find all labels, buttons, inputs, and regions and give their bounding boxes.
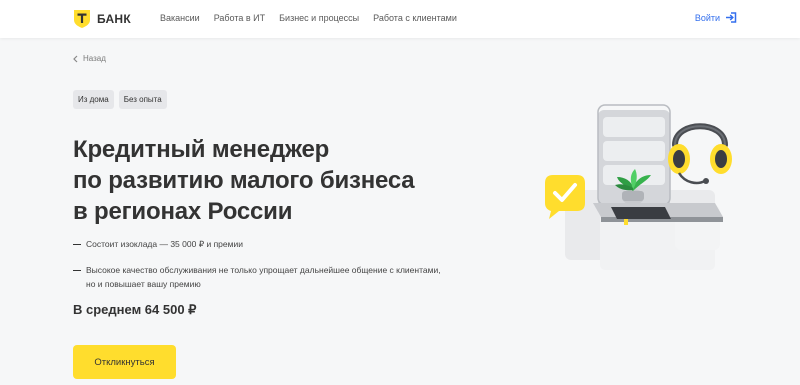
t-shield-icon <box>74 10 90 28</box>
vacancy-tags: Из дома Без опыта <box>73 90 167 109</box>
benefit-text-line-1: Высокое качество обслуживания не только … <box>86 264 441 275</box>
tag-no-experience: Без опыта <box>118 90 167 109</box>
back-label: Назад <box>83 54 106 63</box>
average-salary: В среднем 64 500 ₽ <box>73 302 197 317</box>
main-nav: Вакансии Работа в ИТ Бизнес и процессы Р… <box>160 13 457 23</box>
top-header: БАНК Вакансии Работа в ИТ Бизнес и проце… <box>0 0 800 38</box>
benefit-text-line-2: но и повышает вашу премию <box>86 279 201 289</box>
nav-item-client-work[interactable]: Работа с клиентами <box>373 13 457 23</box>
list-item: Состоит изоклада — 35 000 ₽ и премии <box>73 237 483 252</box>
benefit-text: Состоит изоклада — 35 000 ₽ и премии <box>86 239 243 249</box>
brand-name: БАНК <box>97 12 132 26</box>
back-link[interactable]: Назад <box>73 54 106 63</box>
list-item: Высокое качество обслуживания не только … <box>73 263 483 292</box>
login-label: Войти <box>694 12 720 23</box>
chevron-left-icon <box>73 55 78 62</box>
nav-item-it-jobs[interactable]: Работа в ИТ <box>214 13 265 23</box>
brand-logo[interactable]: БАНК <box>73 9 131 29</box>
title-line-3: в регионах России <box>73 198 293 225</box>
apply-button[interactable]: Откликнуться <box>73 345 176 379</box>
nav-item-vacancies[interactable]: Вакансии <box>160 13 200 23</box>
login-button[interactable]: Войти <box>695 12 737 23</box>
sign-in-icon <box>726 12 737 23</box>
dash-marker <box>73 269 81 271</box>
tag-remote: Из дома <box>73 90 114 109</box>
laptop-headset-illustration <box>545 104 732 270</box>
page-title: Кредитный менеджер по развитию малого би… <box>73 134 473 227</box>
benefits-list: Состоит изоклада — 35 000 ₽ и премии Выс… <box>73 237 483 303</box>
dash-marker <box>73 244 81 245</box>
nav-item-business[interactable]: Бизнес и процессы <box>279 13 359 23</box>
title-line-2: по развитию малого бизнеса <box>73 167 415 194</box>
title-line-1: Кредитный менеджер <box>73 136 330 163</box>
